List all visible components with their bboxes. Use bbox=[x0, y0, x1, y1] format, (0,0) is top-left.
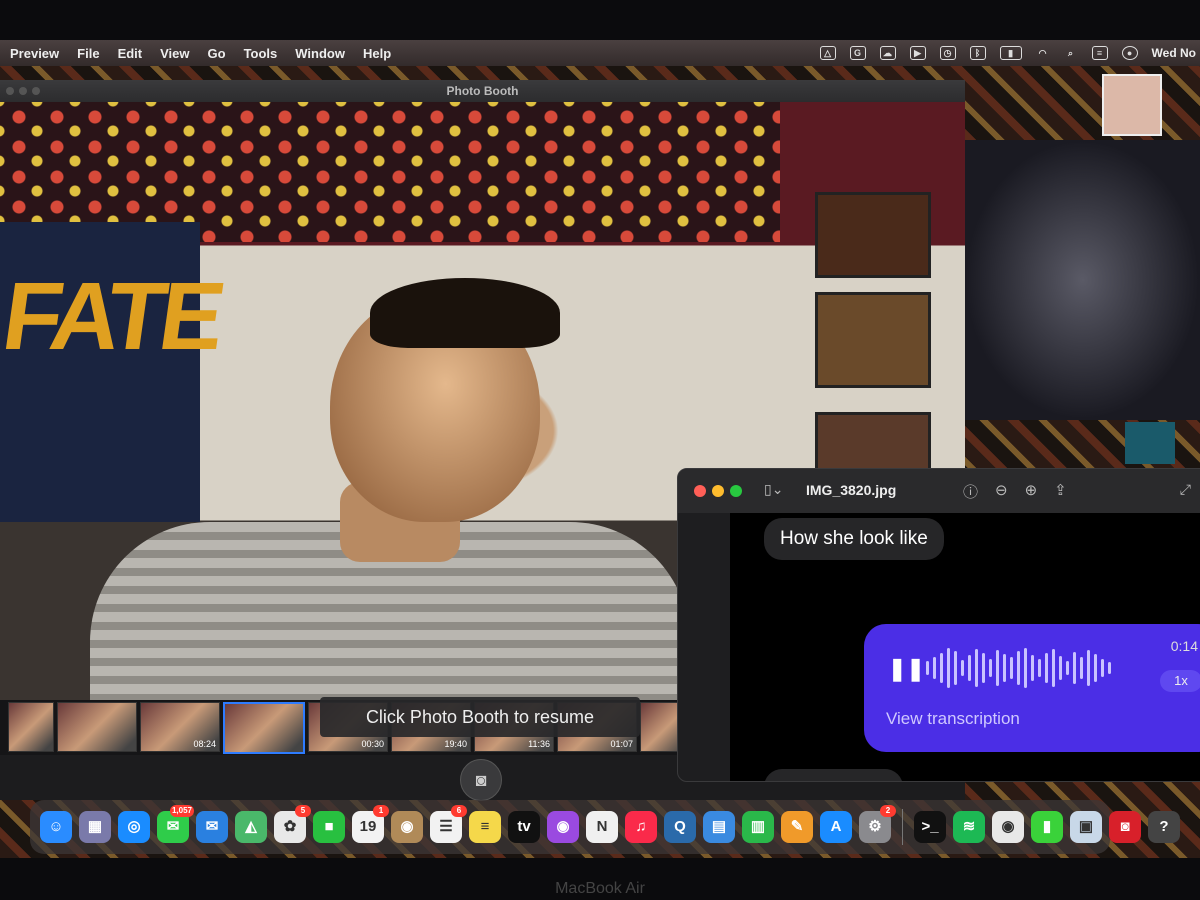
bluetooth-icon[interactable]: ᛒ bbox=[969, 46, 986, 60]
dock-help-icon[interactable]: ? bbox=[1148, 811, 1180, 843]
menu-view[interactable]: View bbox=[160, 46, 189, 61]
dock-calendar-icon[interactable]: 19 1 bbox=[352, 805, 389, 843]
menu-help[interactable]: Help bbox=[363, 46, 391, 61]
zoom-button[interactable] bbox=[32, 87, 40, 95]
dock-safari-icon[interactable]: ◎ bbox=[118, 811, 150, 843]
dock-preview-icon[interactable]: ▣ bbox=[1070, 811, 1102, 843]
thumbnail-selected[interactable] bbox=[223, 702, 305, 754]
waveform bbox=[926, 646, 1111, 690]
drive-icon[interactable]: △ bbox=[819, 46, 836, 60]
wall-poster: FATE bbox=[0, 222, 226, 522]
cloud-icon[interactable]: ☁ bbox=[879, 46, 896, 60]
thumbnail[interactable] bbox=[8, 702, 54, 752]
zoom-in-icon[interactable]: ⊕ bbox=[1025, 481, 1038, 502]
dock-terminal-icon[interactable]: >_ bbox=[914, 811, 946, 843]
zoom-button[interactable] bbox=[730, 485, 742, 497]
notification-badge: 6 bbox=[451, 805, 467, 817]
preview-window: ▯⌄ IMG_3820.jpg ⓘ ⊖ ⊕ ⇪ ⤢ How she look l… bbox=[677, 468, 1200, 782]
dock-keynote-icon[interactable]: ▤ bbox=[703, 811, 735, 843]
sidebar-toggle-icon[interactable]: ▯⌄ bbox=[764, 481, 783, 498]
window-controls bbox=[6, 87, 40, 95]
menu-edit[interactable]: Edit bbox=[118, 46, 143, 61]
bezel-label: MacBook Air bbox=[555, 880, 645, 897]
dock-pages-icon[interactable]: ✎ bbox=[781, 811, 813, 843]
dock-podcasts-icon[interactable]: ◉ bbox=[547, 811, 579, 843]
desktop-small-artwork[interactable] bbox=[1125, 422, 1175, 464]
photo-booth-title: Photo Booth bbox=[0, 80, 965, 102]
grammarly-icon[interactable]: G bbox=[849, 46, 866, 60]
status-menus: △ G ☁ ▶ ◷ ᛒ ▮ ◠ ⌕ ≡ ● Wed No bbox=[819, 40, 1200, 66]
thumbnail[interactable]: 08:24 bbox=[140, 702, 220, 752]
notification-badge: 2 bbox=[880, 805, 896, 817]
share-icon[interactable]: ⇪ bbox=[1054, 481, 1067, 502]
dock-photo-booth-icon[interactable]: ◙ bbox=[1109, 811, 1141, 843]
crochet-blanket bbox=[0, 102, 780, 242]
preview-toolbar: ▯⌄ IMG_3820.jpg ⓘ ⊖ ⊕ ⇪ ⤢ bbox=[678, 469, 1200, 513]
control-center-icon[interactable]: ≡ bbox=[1091, 46, 1108, 60]
thumbnail[interactable] bbox=[57, 702, 137, 752]
voice-message[interactable]: ❚❚ 0:14 1x View transcription bbox=[864, 624, 1200, 752]
notification-badge: 5 bbox=[295, 805, 311, 817]
dock-maps-icon[interactable]: ◭ bbox=[235, 811, 267, 843]
voice-duration: 0:14 bbox=[1170, 638, 1198, 654]
preview-title: IMG_3820.jpg bbox=[806, 482, 897, 498]
expand-icon[interactable]: ⤢ bbox=[1180, 481, 1191, 498]
menu-window[interactable]: Window bbox=[295, 46, 345, 61]
dock-finder-icon[interactable]: ☺ bbox=[40, 811, 72, 843]
desktop-thumbnail-image[interactable] bbox=[1102, 74, 1162, 136]
zoom-out-icon[interactable]: ⊖ bbox=[995, 481, 1008, 502]
dock-mail-icon[interactable]: ✉ bbox=[196, 811, 228, 843]
resume-message[interactable]: Click Photo Booth to resume bbox=[320, 697, 640, 737]
message-bubble: How she look like bbox=[764, 518, 944, 560]
menu-tools[interactable]: Tools bbox=[244, 46, 278, 61]
dock-photos-icon[interactable]: ✿ 5 bbox=[274, 805, 311, 843]
desktop-artwork bbox=[965, 140, 1200, 420]
dock-app-store-icon[interactable]: A bbox=[820, 811, 852, 843]
dock-messages-icon[interactable]: ✉ 1,057 bbox=[157, 805, 194, 843]
menu-bar: Preview File Edit View Go Tools Window H… bbox=[0, 40, 1200, 66]
close-button[interactable] bbox=[694, 485, 706, 497]
dock-launchpad-icon[interactable]: ▦ bbox=[79, 811, 111, 843]
search-icon[interactable]: ⌕ bbox=[1064, 47, 1078, 59]
minimize-button[interactable] bbox=[19, 87, 27, 95]
battery-icon[interactable]: ▮ bbox=[999, 46, 1022, 60]
time-machine-icon[interactable]: ◷ bbox=[939, 46, 956, 60]
message-bubble: Damn u won bbox=[764, 769, 903, 781]
pause-icon[interactable]: ❚❚ bbox=[888, 656, 925, 682]
siri-icon[interactable]: ● bbox=[1121, 46, 1138, 60]
dock-music-icon[interactable]: ♫ bbox=[625, 811, 657, 843]
menu-file[interactable]: File bbox=[77, 46, 99, 61]
dock-spotify-icon[interactable]: ≋ bbox=[953, 811, 985, 843]
preview-tools: ⓘ ⊖ ⊕ ⇪ bbox=[963, 481, 1067, 502]
notification-badge: 1,057 bbox=[169, 805, 194, 817]
person-hair bbox=[370, 278, 560, 348]
dock-numbers-icon[interactable]: ▥ bbox=[742, 811, 774, 843]
dock-separator bbox=[902, 809, 903, 845]
dock-tv-icon[interactable]: tv bbox=[508, 811, 540, 843]
dock-notes-icon[interactable]: ≡ bbox=[469, 811, 501, 843]
wifi-icon[interactable]: ◠ bbox=[1036, 47, 1050, 59]
playback-speed-button[interactable]: 1x bbox=[1160, 670, 1200, 692]
menu-clock[interactable]: Wed No bbox=[1152, 46, 1196, 60]
menu-app-preview[interactable]: Preview bbox=[10, 46, 59, 61]
view-transcription-link[interactable]: View transcription bbox=[886, 709, 1020, 729]
camera-icon[interactable]: ◙ bbox=[460, 759, 502, 801]
info-icon[interactable]: ⓘ bbox=[963, 481, 978, 502]
dock-reminders-icon[interactable]: ☰ 6 bbox=[430, 805, 467, 843]
dock-facetime-icon[interactable]: ■ bbox=[313, 811, 345, 843]
dock-chrome-icon[interactable]: ◉ bbox=[992, 811, 1024, 843]
dock: ☺ ▦ ◎ ✉ 1,057 ✉ ◭ ✿ 5 ■ 19 1 ◉ ☰ 6 ≡ tv ◉ N ♫ Q ▤ ▥ ✎ A ⚙ 2 >_ ≋ ◉ ▮ ▣ ◙… bbox=[30, 800, 1180, 854]
dock-news-icon[interactable]: N bbox=[586, 811, 618, 843]
dock-system-settings-icon[interactable]: ⚙ 2 bbox=[859, 805, 896, 843]
dock-robinhood-icon[interactable]: ▮ bbox=[1031, 811, 1063, 843]
menu-go[interactable]: Go bbox=[208, 46, 226, 61]
notification-badge: 1 bbox=[373, 805, 389, 817]
dock-quicktime-icon[interactable]: Q bbox=[664, 811, 696, 843]
desktop: Preview File Edit View Go Tools Window H… bbox=[0, 40, 1200, 858]
minimize-button[interactable] bbox=[712, 485, 724, 497]
play-icon[interactable]: ▶ bbox=[909, 46, 926, 60]
dock-contacts-icon[interactable]: ◉ bbox=[391, 811, 423, 843]
close-button[interactable] bbox=[6, 87, 14, 95]
image-canvas: How she look like ❚❚ 0:14 1x View transc… bbox=[730, 513, 1200, 781]
